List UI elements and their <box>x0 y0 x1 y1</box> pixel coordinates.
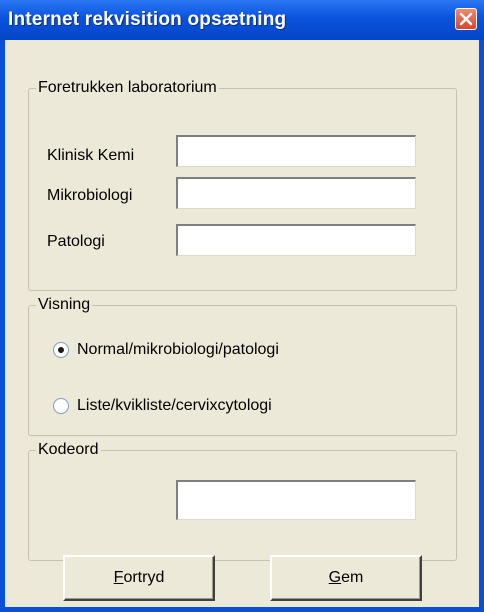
radio-normal[interactable] <box>53 342 69 358</box>
title-bar[interactable]: Internet rekvisition opsætning <box>0 0 484 40</box>
view-group-legend: Visning <box>36 295 93 315</box>
save-button-accelerator: G <box>328 569 342 586</box>
save-button-label: em <box>341 569 364 586</box>
lab-group-legend: Foretrukken laboratorium <box>36 78 219 98</box>
mikrobiologi-field[interactable] <box>176 177 416 209</box>
dialog-window: Internet rekvisition opsætning Foretrukk… <box>0 0 484 612</box>
patologi-label: Patologi <box>47 233 105 250</box>
window-title: Internet rekvisition opsætning <box>8 9 287 30</box>
password-field[interactable] <box>176 480 416 520</box>
save-button[interactable]: Gem <box>270 555 422 601</box>
klinisk-kemi-label: Klinisk Kemi <box>47 147 135 164</box>
radio-liste-label[interactable]: Liste/kvikliste/cervixcytologi <box>77 396 272 416</box>
radio-selected-dot <box>58 347 64 353</box>
close-button[interactable] <box>455 8 477 30</box>
radio-liste[interactable] <box>53 398 69 414</box>
radio-normal-label[interactable]: Normal/mikrobiologi/patologi <box>77 340 279 360</box>
mikrobiologi-label: Mikrobiologi <box>47 187 133 204</box>
password-group-legend: Kodeord <box>36 440 101 460</box>
cancel-button-label: ortryd <box>123 569 165 586</box>
dialog-body: Foretrukken laboratorium Klinisk Kemi Mi… <box>5 40 479 607</box>
cancel-button[interactable]: Fortryd <box>63 555 215 601</box>
close-icon <box>459 12 473 26</box>
cancel-button-accelerator: F <box>113 569 124 586</box>
patologi-field[interactable] <box>176 224 416 256</box>
view-group: Visning <box>28 295 457 436</box>
klinisk-kemi-field[interactable] <box>176 135 416 167</box>
